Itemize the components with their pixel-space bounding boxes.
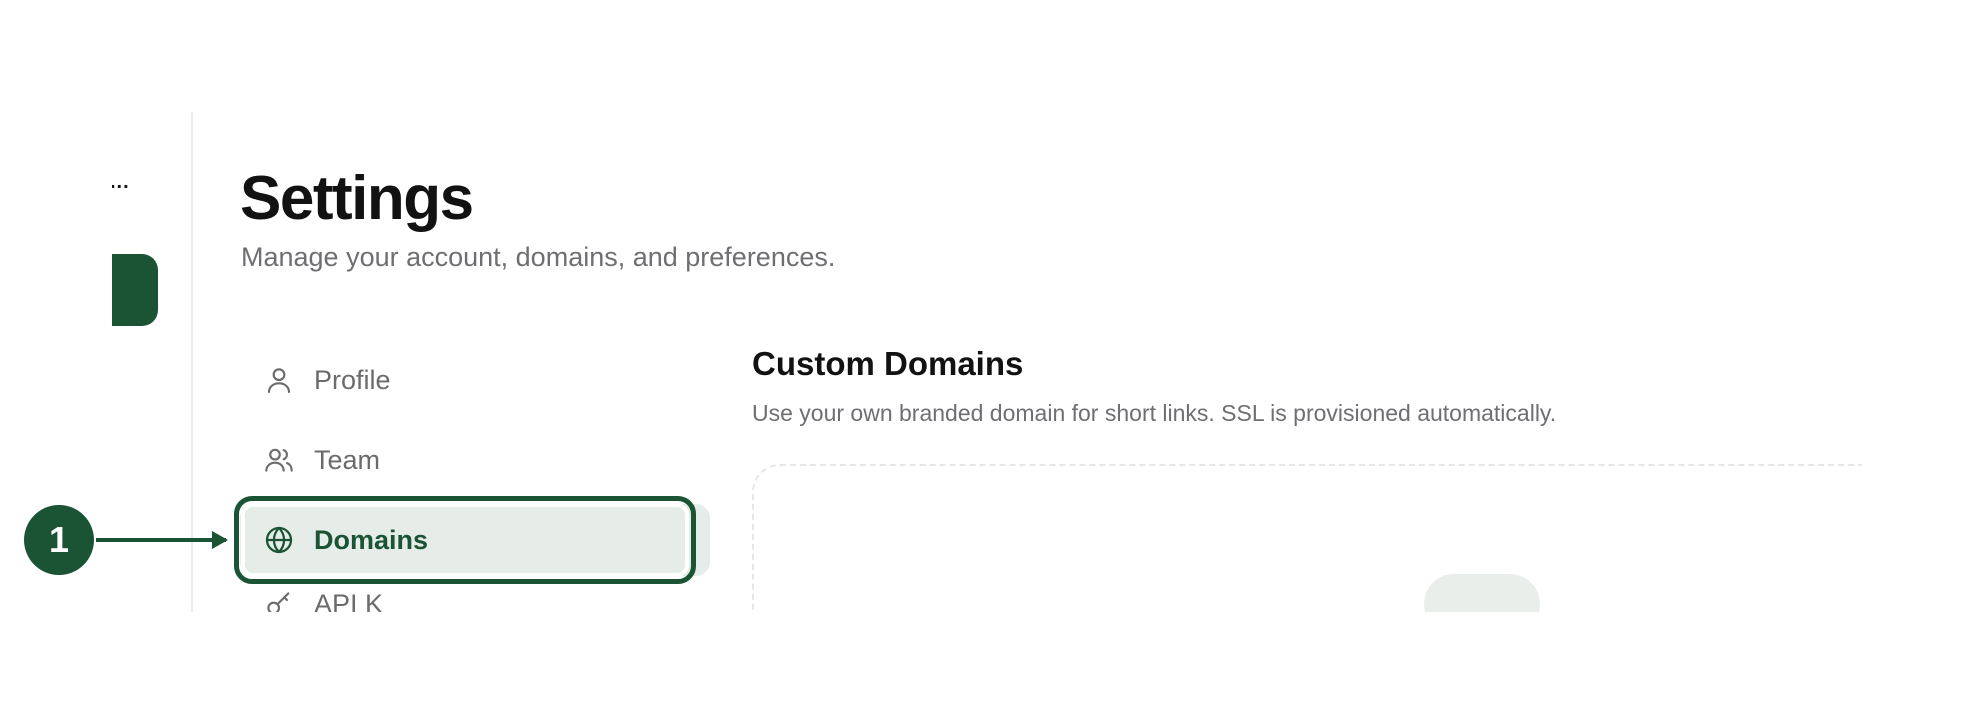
users-icon <box>262 443 296 477</box>
section-description: Use your own branded domain for short li… <box>752 400 1557 426</box>
arrow-head-icon <box>212 531 228 549</box>
left-rail: ... <box>112 112 192 612</box>
settings-nav-label: Team <box>314 444 381 475</box>
settings-nav-label: Profile <box>314 364 391 395</box>
key-icon <box>262 587 296 612</box>
settings-nav-label: API K <box>314 588 384 613</box>
settings-nav-item-profile[interactable]: Profile <box>240 344 710 416</box>
step-marker: 1 <box>24 505 94 575</box>
section-title: Custom Domains <box>752 345 1024 382</box>
more-icon[interactable]: ... <box>112 172 130 192</box>
user-icon <box>262 363 296 397</box>
globe-icon <box>262 523 296 557</box>
rail-active-item[interactable] <box>112 254 158 326</box>
page-subtitle: Manage your account, domains, and prefer… <box>241 242 836 272</box>
custom-domains-section: Custom Domains Use your own branded doma… <box>752 342 1862 612</box>
settings-nav-item-domains[interactable]: Domains <box>240 504 710 576</box>
settings-nav-item-api-keys[interactable]: API K <box>240 584 710 612</box>
page-title: Settings <box>240 164 474 233</box>
settings-nav: Profile Team Domains API K <box>240 344 710 612</box>
screenshot-viewport: ... Settings Manage your account, domain… <box>0 0 1974 612</box>
settings-nav-item-team[interactable]: Team <box>240 424 710 496</box>
settings-app: ... Settings Manage your account, domain… <box>112 112 1862 612</box>
arrow-icon <box>96 538 226 542</box>
settings-nav-label: Domains <box>314 524 429 555</box>
empty-state-icon <box>1424 574 1540 612</box>
rail-divider <box>191 112 193 612</box>
domains-empty-card <box>752 464 1862 612</box>
